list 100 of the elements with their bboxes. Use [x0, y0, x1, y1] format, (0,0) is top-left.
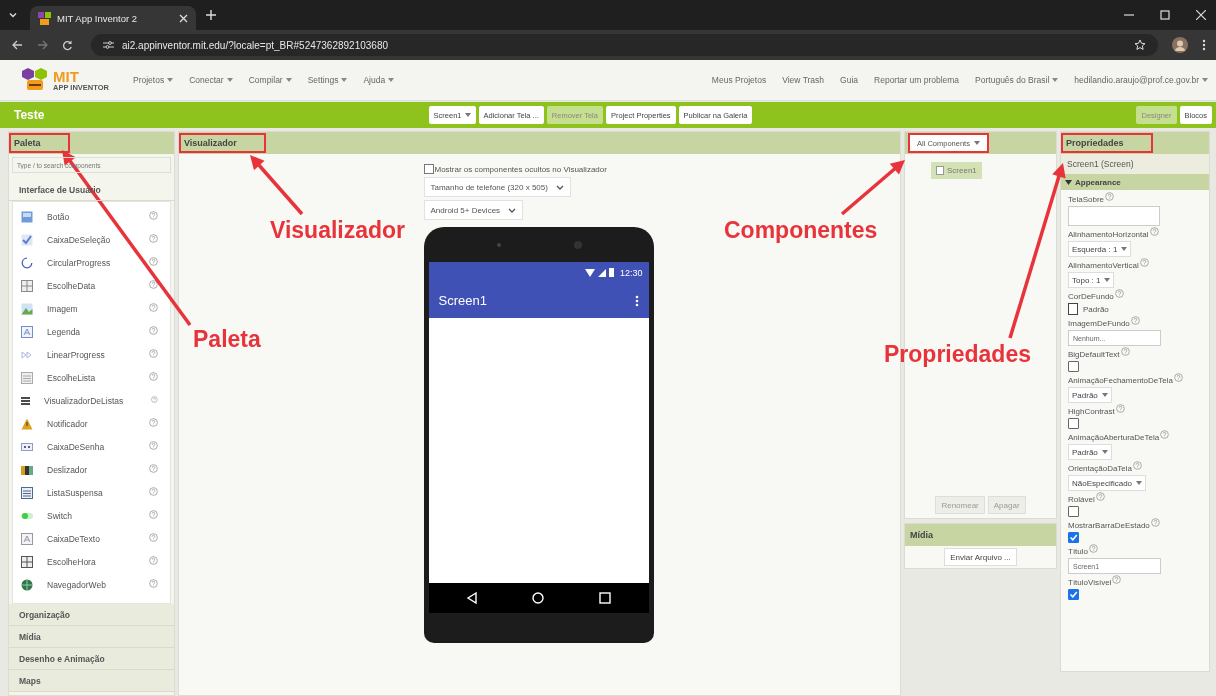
more-icon[interactable]	[1202, 39, 1206, 51]
category-header[interactable]: Organização	[9, 604, 174, 626]
help-icon[interactable]	[1149, 227, 1159, 236]
text-area[interactable]	[1068, 206, 1160, 226]
palette-item[interactable]: NavegadorWeb	[13, 573, 170, 596]
browser-tab[interactable]: MIT App Inventor 2	[30, 6, 196, 30]
property-group[interactable]: Appearance	[1061, 174, 1209, 190]
category-header[interactable]: Mídia	[9, 626, 174, 648]
help-icon[interactable]	[149, 463, 158, 473]
help-icon[interactable]	[149, 233, 158, 243]
home-icon[interactable]	[532, 592, 545, 604]
help-icon[interactable]	[149, 256, 158, 266]
menu-item[interactable]: Reportar um problema	[874, 75, 960, 85]
palette-item[interactable]: Deslizador	[13, 458, 170, 481]
new-tab-icon[interactable]	[206, 10, 216, 20]
back-icon[interactable]	[12, 40, 23, 50]
help-icon[interactable]	[1133, 461, 1143, 470]
property-select[interactable]: Padrão	[1068, 387, 1112, 403]
help-icon[interactable]	[1120, 347, 1130, 356]
menu-item[interactable]: Settings	[307, 75, 348, 85]
menu-item[interactable]: hedilandio.araujo@prof.ce.gov.br	[1074, 75, 1208, 85]
help-icon[interactable]	[149, 440, 158, 450]
help-icon[interactable]	[1112, 575, 1122, 584]
device-select[interactable]: Tamanho de telefone (320 x 505)	[423, 177, 571, 197]
palette-item[interactable]: Switch	[13, 504, 170, 527]
help-icon[interactable]	[1173, 373, 1183, 382]
address-field[interactable]: ai2.appinventor.mit.edu/?locale=pt_BR#5247362892103680	[91, 34, 1158, 56]
upload-button[interactable]: Enviar Arquivo ...	[944, 548, 1017, 566]
help-icon[interactable]	[149, 302, 158, 312]
tree-item[interactable]: Screen1	[931, 162, 982, 179]
category-header[interactable]: Desenho e Animação	[9, 648, 174, 670]
help-icon[interactable]	[1105, 192, 1115, 201]
help-icon[interactable]	[1130, 316, 1140, 325]
menu-item[interactable]: Meus Projetos	[711, 75, 767, 85]
palette-item[interactable]: Legenda	[13, 320, 170, 343]
help-icon[interactable]	[1089, 544, 1098, 553]
project-name: Teste	[14, 108, 45, 122]
help-icon[interactable]	[149, 348, 158, 358]
close-icon[interactable]	[1196, 10, 1206, 20]
help-icon[interactable]	[149, 555, 158, 565]
overflow-menu-icon[interactable]	[634, 294, 639, 307]
show-hidden-checkbox[interactable]: Mostrar os componentes ocultos no Visualizador	[423, 164, 607, 174]
help-icon[interactable]	[1115, 404, 1125, 413]
palette-item[interactable]: LinearProgress	[13, 343, 170, 366]
palette-item[interactable]: VisualizadorDeListas	[13, 389, 170, 412]
help-icon[interactable]	[1114, 289, 1124, 298]
menu-item[interactable]: Projetos	[133, 75, 174, 85]
help-icon[interactable]	[149, 371, 158, 381]
palette-item[interactable]: EscolheData	[13, 274, 170, 297]
maximize-icon[interactable]	[1160, 10, 1170, 20]
checkbox[interactable]	[423, 164, 434, 174]
tab-list-icon[interactable]	[8, 10, 18, 20]
help-icon[interactable]	[1160, 430, 1170, 439]
property-checkbox[interactable]	[1068, 532, 1079, 543]
star-icon[interactable]	[1134, 39, 1146, 51]
forward-icon[interactable]	[37, 40, 48, 50]
help-icon[interactable]	[1139, 258, 1149, 267]
help-icon[interactable]	[149, 578, 158, 588]
palette-item[interactable]: EscolheLista	[13, 366, 170, 389]
palette-item[interactable]: CircularProgress	[13, 251, 170, 274]
palette-item[interactable]: Botão	[13, 205, 170, 228]
help-icon[interactable]	[149, 325, 158, 335]
help-icon[interactable]	[149, 532, 158, 542]
help-icon[interactable]	[149, 486, 158, 496]
recents-icon[interactable]	[599, 592, 612, 604]
palette-item[interactable]: Notificador	[13, 412, 170, 435]
help-icon[interactable]	[149, 509, 158, 519]
help-icon[interactable]	[149, 279, 158, 289]
property-select[interactable]: Topo : 1	[1068, 272, 1115, 288]
site-settings-icon[interactable]	[103, 40, 114, 50]
close-icon[interactable]	[179, 13, 188, 23]
palette-item[interactable]: EscolheHora	[13, 550, 170, 573]
menu-item[interactable]: Ajuda	[363, 75, 395, 85]
menu-item[interactable]: Conectar	[189, 75, 233, 85]
menu-item[interactable]: Guia	[840, 75, 859, 85]
palette-item[interactable]: CaixaDeTexto	[13, 527, 170, 550]
menu-item[interactable]: Compilar	[248, 75, 292, 85]
help-icon[interactable]	[1150, 518, 1160, 527]
palette-item[interactable]: Imagem	[13, 297, 170, 320]
palette-item[interactable]: ListaSuspensa	[13, 481, 170, 504]
color-swatch[interactable]	[1068, 303, 1078, 315]
property-checkbox[interactable]	[1068, 418, 1079, 429]
property-checkbox[interactable]	[1068, 506, 1079, 517]
palette-item[interactable]: CaixaDeSeleção	[13, 228, 170, 251]
device-select[interactable]: Android 5+ Devices	[423, 200, 524, 220]
property-select[interactable]: Esquerda : 1	[1068, 241, 1132, 257]
property-select[interactable]: NãoEspecificado	[1068, 475, 1147, 491]
avatar-icon[interactable]	[1172, 37, 1188, 53]
property-select[interactable]: Padrão	[1068, 444, 1112, 460]
help-icon[interactable]	[149, 417, 158, 427]
menu-item[interactable]: View Trash	[782, 75, 825, 85]
palette-item[interactable]: CaixaDeSenha	[13, 435, 170, 458]
property-label: TelaSobre	[1068, 195, 1105, 204]
property-checkbox[interactable]	[1068, 589, 1079, 600]
help-icon[interactable]	[149, 210, 158, 220]
menu-item[interactable]: Português do Brasil	[975, 75, 1059, 85]
category-header[interactable]: Maps	[9, 670, 174, 692]
property-checkbox[interactable]	[1068, 361, 1079, 372]
reload-icon[interactable]	[62, 39, 73, 51]
help-icon[interactable]	[1095, 492, 1105, 501]
